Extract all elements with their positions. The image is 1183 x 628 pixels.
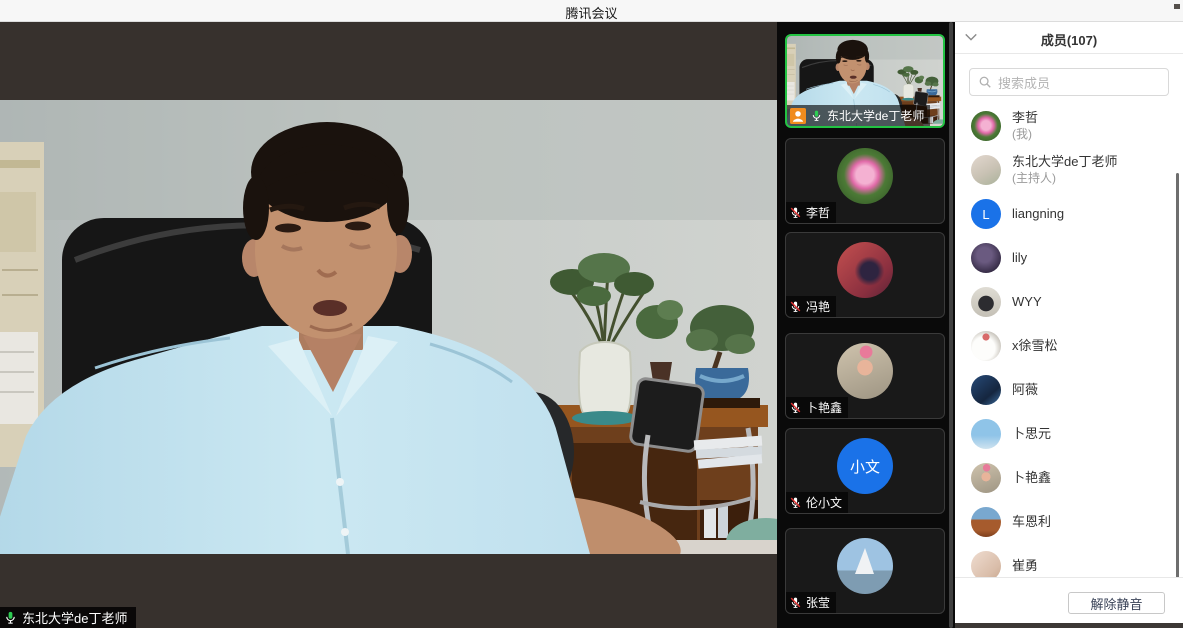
thumbnail-name: 卜艳鑫 — [806, 399, 842, 416]
mic-muted-icon — [789, 206, 802, 219]
thumbnail-name: 冯艳 — [806, 298, 830, 315]
members-panel-title: 成员(107) — [955, 30, 1183, 49]
member-name: 卜思元 — [1012, 426, 1051, 442]
members-panel-header: 成员(107) — [955, 22, 1183, 54]
member-list: 李哲(我) 东北大学de丁老师(主持人) L liangning lily WY… — [955, 104, 1177, 577]
member-name: 卜艳鑫 — [1012, 470, 1051, 486]
avatar: 小文 — [837, 438, 893, 494]
member-name: 崔勇 — [1012, 558, 1038, 574]
member-row[interactable]: 卜艳鑫 — [955, 456, 1177, 500]
thumbnail-label: 卜艳鑫 — [786, 397, 848, 418]
thumbnail-name: 东北大学de丁老师 — [827, 107, 924, 124]
window-control-fragment — [1174, 4, 1180, 9]
thumbnail-name: 张莹 — [806, 594, 830, 611]
search-icon — [978, 75, 992, 89]
thumbnail-label: 东北大学de丁老师 — [787, 105, 930, 126]
member-row[interactable]: 阿薇 — [955, 368, 1177, 412]
main-video-feed — [0, 100, 777, 554]
member-tag: (我) — [1012, 127, 1038, 142]
member-name: 车恩利 — [1012, 514, 1051, 530]
avatar — [971, 463, 1001, 493]
mic-active-icon — [3, 610, 18, 625]
thumbnail-name: 李哲 — [806, 204, 830, 221]
participant-thumbnail-strip: 东北大学de丁老师 李哲 — [777, 22, 955, 628]
member-row[interactable]: 李哲(我) — [955, 104, 1177, 148]
member-row[interactable]: lily — [955, 236, 1177, 280]
member-name: liangning — [1012, 206, 1064, 222]
speaker-name: 东北大学de丁老师 — [22, 608, 127, 627]
member-tag: (主持人) — [1012, 171, 1117, 186]
avatar — [971, 507, 1001, 537]
member-name: lily — [1012, 250, 1027, 266]
members-panel-footer: 解除静音 — [955, 577, 1183, 623]
mic-active-icon — [810, 109, 823, 122]
mic-muted-icon — [789, 300, 802, 313]
mic-muted-icon — [789, 596, 802, 609]
avatar-initials: 小文 — [850, 456, 880, 477]
meeting-window: 腾讯会议 — [0, 0, 1183, 628]
main-video-stage[interactable]: 东北大学de丁老师 — [0, 22, 777, 628]
thumbnail-participant[interactable]: 卜艳鑫 — [785, 333, 945, 419]
thumbnail-name: 伦小文 — [806, 494, 842, 511]
avatar — [971, 287, 1001, 317]
member-name: WYY — [1012, 294, 1042, 310]
avatar — [971, 551, 1001, 577]
mic-muted-icon — [789, 401, 802, 414]
avatar — [971, 375, 1001, 405]
avatar — [971, 331, 1001, 361]
avatar — [971, 243, 1001, 273]
host-badge-icon — [790, 108, 806, 124]
thumbnail-participant[interactable]: 张莹 — [785, 528, 945, 614]
speaker-video-scene — [0, 100, 777, 554]
strip-scrollbar[interactable] — [949, 22, 953, 628]
thumbnail-label: 冯艳 — [786, 296, 836, 317]
member-row[interactable]: 车恩利 — [955, 500, 1177, 544]
member-row[interactable]: L liangning — [955, 192, 1177, 236]
title-bar: 腾讯会议 — [0, 0, 1183, 22]
thumbnail-label: 李哲 — [786, 202, 836, 223]
avatar — [837, 242, 893, 298]
member-name: 阿薇 — [1012, 382, 1038, 398]
avatar: L — [971, 199, 1001, 229]
member-name: x徐雪松 — [1012, 338, 1058, 354]
thumbnail-participant[interactable]: 李哲 — [785, 138, 945, 224]
avatar — [837, 538, 893, 594]
member-row[interactable]: WYY — [955, 280, 1177, 324]
member-search-box[interactable]: 搜索成员 — [969, 68, 1169, 96]
member-name: 李哲 — [1012, 110, 1038, 126]
member-row[interactable]: 崔勇 — [955, 544, 1177, 577]
window-bottom-edge — [955, 623, 1183, 628]
avatar — [971, 419, 1001, 449]
members-panel: 成员(107) 搜索成员 李哲(我) 东北大学de丁老师(主持人) L lian… — [955, 22, 1183, 628]
window-title: 腾讯会议 — [0, 3, 1183, 22]
avatar — [837, 343, 893, 399]
avatar — [971, 155, 1001, 185]
avatar-initials: L — [982, 207, 989, 222]
unmute-button[interactable]: 解除静音 — [1068, 592, 1165, 614]
avatar — [971, 111, 1001, 141]
thumbnail-label: 伦小文 — [786, 492, 848, 513]
member-row[interactable]: 卜思元 — [955, 412, 1177, 456]
member-list-scrollbar[interactable] — [1176, 173, 1179, 628]
mic-muted-icon — [789, 496, 802, 509]
thumbnail-active-speaker[interactable]: 东北大学de丁老师 — [785, 34, 945, 128]
member-row[interactable]: 东北大学de丁老师(主持人) — [955, 148, 1177, 192]
search-placeholder: 搜索成员 — [998, 73, 1050, 92]
active-speaker-label: 东北大学de丁老师 — [0, 607, 136, 628]
member-name: 东北大学de丁老师 — [1012, 154, 1117, 170]
thumbnail-participant[interactable]: 小文 伦小文 — [785, 428, 945, 514]
thumbnail-participant[interactable]: 冯艳 — [785, 232, 945, 318]
avatar — [837, 148, 893, 204]
member-row[interactable]: x徐雪松 — [955, 324, 1177, 368]
thumbnail-label: 张莹 — [786, 592, 836, 613]
